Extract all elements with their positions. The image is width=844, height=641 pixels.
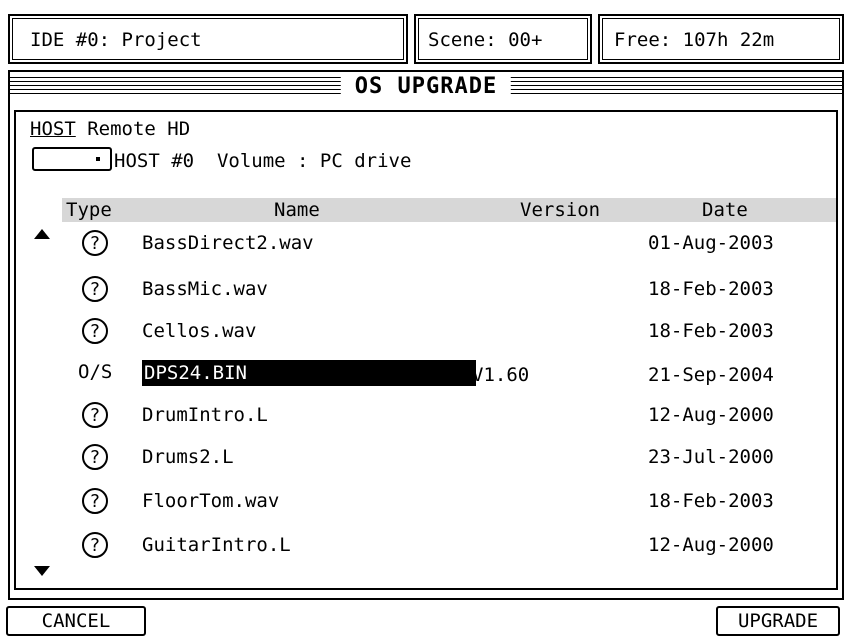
file-name: FloorTom.wav [142,490,280,512]
host-select-dropdown[interactable] [32,147,112,171]
host-label: HOST Remote HD [30,118,190,140]
table-row[interactable]: ? Drums2.L 23-Jul-2000 [62,442,822,476]
host-name: Remote HD [75,118,191,140]
table-row[interactable]: ? BassDirect2.wav 01-Aug-2003 [62,228,822,262]
column-type[interactable]: Type [66,199,112,221]
dialog-title: OS UPGRADE [340,74,512,99]
project-label: IDE #0: Project [30,29,202,51]
unknown-file-icon: ? [82,532,108,558]
table-header: Type Name Version Date [62,198,836,222]
free-status: Free: 107h 22m [598,14,844,64]
host-volume-info: HOST #0 Volume : PC drive [114,150,412,172]
unknown-file-icon: ? [82,402,108,428]
file-name: Drums2.L [142,446,234,468]
host-prefix: HOST [30,118,76,140]
column-version[interactable]: Version [520,199,600,221]
file-name: BassDirect2.wav [142,232,314,254]
unknown-file-icon: ? [82,276,108,302]
file-name: Cellos.wav [142,320,257,342]
table-row[interactable]: ? DrumIntro.L 12-Aug-2000 [62,400,822,434]
scroll-down-arrow-icon[interactable] [34,566,50,576]
file-date: 18-Feb-2003 [648,320,774,342]
scene-status: Scene: 00+ [414,14,592,64]
file-name: BassMic.wav [142,278,268,300]
unknown-file-icon: ? [82,230,108,256]
file-date: 21-Sep-2004 [648,364,774,386]
table-row[interactable]: ? FloorTom.wav 18-Feb-2003 [62,486,822,520]
free-space-label: Free: 107h 22m [614,29,775,51]
unknown-file-icon: ? [82,444,108,470]
file-date: 12-Aug-2000 [648,534,774,556]
file-date: 18-Feb-2003 [648,278,774,300]
table-row-selected[interactable]: O/S DPS24.BIN V1.60 21-Sep-2004 [62,360,822,394]
file-type-os: O/S [78,361,113,383]
project-status: IDE #0: Project [8,14,408,64]
table-row[interactable]: ? Cellos.wav 18-Feb-2003 [62,316,822,350]
cancel-button[interactable]: CANCEL [6,606,146,636]
table-row[interactable]: ? BassMic.wav 18-Feb-2003 [62,274,822,308]
file-version: V1.60 [472,364,530,386]
file-date: 01-Aug-2003 [648,232,774,254]
unknown-file-icon: ? [82,318,108,344]
file-name: DPS24.BIN [142,360,476,386]
file-name: GuitarIntro.L [142,534,291,556]
dialog-titlebar: OS UPGRADE [10,72,842,104]
upgrade-button[interactable]: UPGRADE [716,606,840,636]
table-row[interactable]: ? GuitarIntro.L 12-Aug-2000 [62,530,822,564]
file-date: 12-Aug-2000 [648,404,774,426]
scene-label: Scene: 00+ [428,29,543,51]
column-date[interactable]: Date [702,199,748,221]
file-date: 18-Feb-2003 [648,490,774,512]
scroll-up-arrow-icon[interactable] [34,229,50,239]
unknown-file-icon: ? [82,488,108,514]
file-date: 23-Jul-2000 [648,446,774,468]
file-name: DrumIntro.L [142,404,268,426]
column-name[interactable]: Name [274,199,320,221]
